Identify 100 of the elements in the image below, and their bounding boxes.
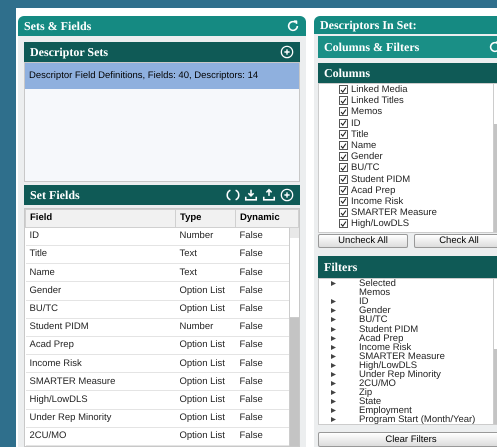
table-cell: False <box>236 245 298 264</box>
checkbox[interactable] <box>339 163 348 172</box>
tree-item[interactable]: State <box>359 397 382 406</box>
table-cell: SMARTER Measure <box>26 372 176 391</box>
tree-item[interactable]: High/LowDLS <box>359 360 418 370</box>
table-cell: Option List <box>176 409 236 428</box>
checkbox[interactable] <box>339 130 348 139</box>
add-icon[interactable] <box>280 44 294 59</box>
table-cell: False <box>236 372 298 391</box>
table-cell: Option List <box>176 390 236 410</box>
brackets-icon[interactable] <box>226 188 240 202</box>
checkbox-label: Linked Media <box>351 84 408 96</box>
section-title: Descriptor Sets <box>30 44 108 61</box>
table-cell: Gender <box>26 282 176 300</box>
table-cell: Number <box>176 227 236 246</box>
checkbox-label: Acad Prep <box>351 184 396 196</box>
checkbox[interactable] <box>339 96 348 106</box>
list-item[interactable]: Descriptor Field Definitions, Fields: 40, Descriptors: 14 <box>25 62 299 89</box>
table-cell: 2CU/MO <box>26 427 176 446</box>
tree-item[interactable]: BU/TC <box>359 315 388 324</box>
button[interactable]: Check All <box>414 234 497 248</box>
table-cell: Option List <box>176 300 236 318</box>
table-cell: ID <box>26 227 176 246</box>
tree-item[interactable]: Student PIDM <box>359 324 418 334</box>
table-cell: Option List <box>176 372 236 391</box>
section-title: Filters <box>324 259 358 276</box>
checkbox[interactable] <box>339 152 348 162</box>
subpanel-title: Columns & Filters <box>324 39 420 56</box>
table-cell: Text <box>176 264 236 282</box>
panel-title: Descriptors In Set: <box>320 17 417 34</box>
checkbox[interactable] <box>339 107 348 116</box>
tree-item[interactable]: Income Risk <box>359 342 412 352</box>
checkbox-label: High/LowDLS <box>351 218 410 230</box>
tree-item[interactable]: ID <box>359 297 368 306</box>
section-title: Set Fields <box>30 186 80 204</box>
button[interactable]: Uncheck All <box>318 234 408 248</box>
scrollbar[interactable] <box>289 228 299 446</box>
column-header[interactable]: Type <box>176 209 236 228</box>
table-cell: Student PIDM <box>26 318 176 336</box>
checkbox[interactable] <box>339 219 348 228</box>
download-icon[interactable] <box>244 188 258 202</box>
table-cell: Number <box>176 318 236 336</box>
checkbox[interactable] <box>339 196 348 206</box>
tree-item[interactable]: Memos <box>359 288 390 298</box>
expand-arrow-icon[interactable] <box>331 281 336 286</box>
tree-item[interactable]: Acad Prep <box>359 334 404 343</box>
checkbox-label: ID <box>351 118 360 129</box>
tree-item[interactable]: Program Start (Month/Year) <box>359 415 476 424</box>
table-cell: BU/TC <box>26 300 176 318</box>
checkbox-label: Name <box>351 140 376 152</box>
refresh-icon[interactable] <box>286 18 300 33</box>
checkbox-label: Memos <box>351 106 382 118</box>
table-cell: Text <box>176 245 236 264</box>
checkbox-label: Linked Titles <box>351 95 404 106</box>
tree-item[interactable]: Under Rep Minority <box>359 370 441 379</box>
add-icon[interactable] <box>280 188 294 202</box>
checkbox-label: Title <box>351 128 369 140</box>
table-cell: False <box>236 282 298 300</box>
table-cell: False <box>236 427 298 446</box>
table-cell: False <box>236 300 298 318</box>
table-cell: False <box>236 227 298 246</box>
table-cell: False <box>236 318 298 336</box>
table-cell: High/LowDLS <box>26 390 176 410</box>
table-cell: Acad Prep <box>26 336 176 355</box>
checkbox-label: SMARTER Measure <box>351 207 437 218</box>
panel-title: Sets & Fields <box>24 18 92 35</box>
table-cell: Title <box>26 245 176 264</box>
table-cell: False <box>236 409 298 428</box>
section-title: Columns <box>324 65 370 82</box>
clear-filters-button[interactable]: Clear Filters <box>318 432 497 447</box>
tree-item[interactable]: SMARTER Measure <box>359 352 445 361</box>
table-cell: Under Rep Minority <box>26 409 176 428</box>
upload-icon[interactable] <box>262 188 276 202</box>
checkbox[interactable] <box>339 85 348 94</box>
checkbox-label: BU/TC <box>351 162 380 174</box>
table-cell: False <box>236 336 298 355</box>
table-cell: False <box>236 264 298 282</box>
checkbox-label: Income Risk <box>351 196 404 207</box>
checkbox-label: Student PIDM <box>351 174 410 185</box>
checkbox[interactable] <box>339 174 348 184</box>
checkbox-label: Gender <box>351 151 383 162</box>
column-header[interactable]: Field <box>26 209 176 228</box>
checkbox[interactable] <box>339 186 348 195</box>
checkbox[interactable] <box>339 208 348 218</box>
checkbox[interactable] <box>339 118 348 128</box>
table-cell: Option List <box>176 354 236 373</box>
table-cell: Option List <box>176 427 236 446</box>
tree-item[interactable]: Employment <box>359 406 412 416</box>
tree-item[interactable]: Selected <box>359 279 396 288</box>
checkbox[interactable] <box>339 141 348 150</box>
tree-item[interactable]: 2CU/MO <box>359 379 396 388</box>
table-cell: False <box>236 390 298 410</box>
table-cell: Name <box>26 264 176 282</box>
column-header[interactable]: Dynamic <box>236 209 298 228</box>
table-cell: False <box>236 354 298 373</box>
table-cell: Option List <box>176 336 236 355</box>
tree-item[interactable]: Zip <box>359 388 372 398</box>
table-cell: Option List <box>176 282 236 300</box>
tree-item[interactable]: Gender <box>359 306 391 316</box>
table-cell: Income Risk <box>26 354 176 373</box>
